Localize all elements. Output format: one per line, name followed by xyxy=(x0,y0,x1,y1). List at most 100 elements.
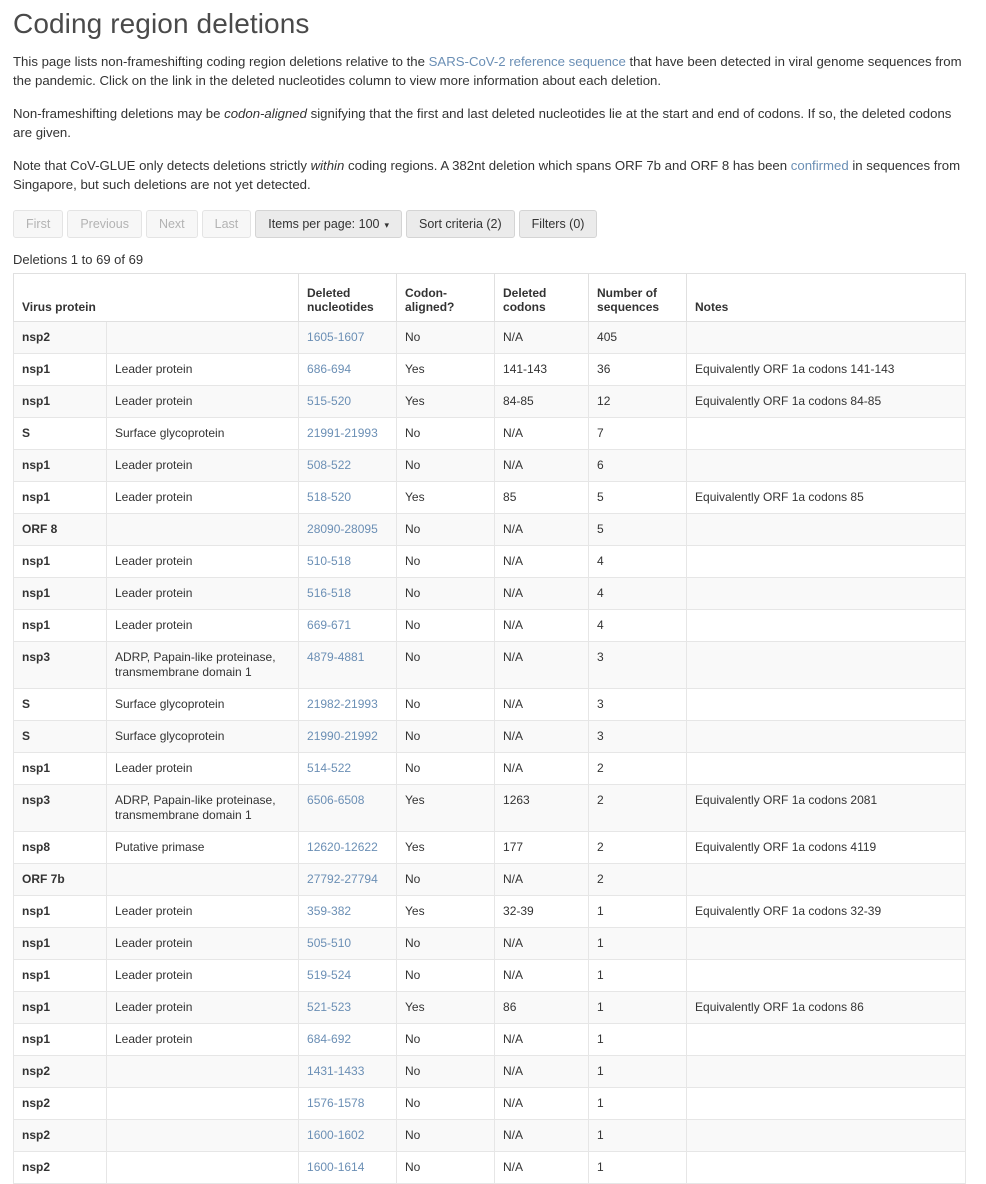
sort-criteria-button[interactable]: Sort criteria (2) xyxy=(406,210,515,239)
cell-number-of-sequences: 36 xyxy=(588,353,688,387)
cell-notes xyxy=(686,513,967,547)
cell-deleted-nucleotides: 514-522 xyxy=(298,752,398,786)
column-header-notes[interactable]: Notes xyxy=(686,273,967,323)
deleted-nucleotides-link[interactable]: 4879-4881 xyxy=(307,650,364,664)
table-row: nsp1 Leader protein 521-523 Yes 86 1 Equivalen… xyxy=(13,991,967,1025)
cell-number-of-sequences: 1 xyxy=(588,1119,688,1153)
cell-virus-protein: ORF 8 xyxy=(13,513,107,547)
deleted-nucleotides-link[interactable]: 684-692 xyxy=(307,1032,351,1046)
filters-button[interactable]: Filters (0) xyxy=(518,210,598,239)
cell-deleted-nucleotides: 508-522 xyxy=(298,449,398,483)
cell-virus-protein: ORF 7b xyxy=(13,863,107,897)
deleted-nucleotides-link[interactable]: 21982-21993 xyxy=(307,697,378,711)
items-per-page-dropdown[interactable]: Items per page: 100 ▾ xyxy=(255,210,403,239)
cell-codon-aligned: No xyxy=(396,863,496,897)
cell-codon-aligned: Yes xyxy=(396,353,496,387)
table-row: ORF 7b 27792-27794 No N/A 2 xyxy=(13,863,967,897)
cell-deleted-codons: N/A xyxy=(494,752,590,786)
cell-codon-aligned: No xyxy=(396,752,496,786)
cell-virus-protein: nsp1 xyxy=(13,752,107,786)
cell-notes: Equivalently ORF 1a codons 4119 xyxy=(686,831,967,865)
cell-codon-aligned: No xyxy=(396,1023,496,1057)
cell-codon-aligned: Yes xyxy=(396,895,496,929)
deleted-nucleotides-link[interactable]: 12620-12622 xyxy=(307,840,378,854)
cell-virus-protein: S xyxy=(13,720,107,754)
deleted-nucleotides-link[interactable]: 1431-1433 xyxy=(307,1064,364,1078)
deleted-nucleotides-link[interactable]: 669-671 xyxy=(307,618,351,632)
column-header-virus-protein[interactable]: Virus protein xyxy=(12,273,300,323)
deleted-nucleotides-link[interactable]: 1600-1614 xyxy=(307,1160,364,1174)
deleted-nucleotides-link[interactable]: 1576-1578 xyxy=(307,1096,364,1110)
cell-protein-description: Leader protein xyxy=(105,385,300,419)
cell-virus-protein: nsp3 xyxy=(13,784,107,833)
cell-deleted-codons: N/A xyxy=(494,1023,590,1057)
cell-deleted-nucleotides: 21990-21992 xyxy=(298,720,398,754)
deleted-nucleotides-link[interactable]: 27792-27794 xyxy=(307,872,378,886)
deleted-nucleotides-link[interactable]: 521-523 xyxy=(307,1000,351,1014)
cell-virus-protein: nsp1 xyxy=(13,609,107,643)
cell-notes xyxy=(686,1119,967,1153)
confirmed-link[interactable]: confirmed xyxy=(791,158,849,173)
cell-number-of-sequences: 3 xyxy=(588,720,688,754)
column-header-codon-aligned[interactable]: Codon-aligned? xyxy=(396,273,496,323)
cell-number-of-sequences: 405 xyxy=(588,321,688,355)
column-header-deleted-codons[interactable]: Deleted codons xyxy=(494,273,590,323)
cell-virus-protein: nsp1 xyxy=(13,545,107,579)
codon-aligned-emphasis: codon-aligned xyxy=(224,106,307,122)
cell-protein-description: Leader protein xyxy=(105,577,300,611)
cell-deleted-codons: 141-143 xyxy=(494,353,590,387)
table-row: ORF 8 28090-28095 No N/A 5 xyxy=(13,513,967,547)
deleted-nucleotides-link[interactable]: 505-510 xyxy=(307,936,351,950)
cell-codon-aligned: No xyxy=(396,449,496,483)
deleted-nucleotides-link[interactable]: 514-522 xyxy=(307,761,351,775)
cell-notes: Equivalently ORF 1a codons 32-39 xyxy=(686,895,967,929)
table-row: nsp1 Leader protein 510-518 No N/A 4 xyxy=(13,545,967,579)
deleted-nucleotides-link[interactable]: 686-694 xyxy=(307,362,351,376)
cell-codon-aligned: Yes xyxy=(396,385,496,419)
deleted-nucleotides-link[interactable]: 516-518 xyxy=(307,586,351,600)
cell-codon-aligned: Yes xyxy=(396,991,496,1025)
cell-deleted-codons: N/A xyxy=(494,321,590,355)
cell-number-of-sequences: 1 xyxy=(588,895,688,929)
deleted-nucleotides-link[interactable]: 1605-1607 xyxy=(307,330,364,344)
deleted-nucleotides-link[interactable]: 21990-21992 xyxy=(307,729,378,743)
table-row: nsp1 Leader protein 684-692 No N/A 1 xyxy=(13,1023,967,1057)
table-row: nsp2 1576-1578 No N/A 1 xyxy=(13,1087,967,1121)
cell-protein-description: Leader protein xyxy=(105,991,300,1025)
table-header-row: Virus protein Deleted nucleotides Codon-… xyxy=(12,273,967,323)
cell-notes xyxy=(686,545,967,579)
cell-virus-protein: S xyxy=(13,417,107,451)
last-page-button[interactable]: Last xyxy=(201,210,252,239)
deleted-nucleotides-link[interactable]: 1600-1602 xyxy=(307,1128,364,1142)
cell-number-of-sequences: 2 xyxy=(588,863,688,897)
cell-protein-description: Leader protein xyxy=(105,545,300,579)
cell-notes xyxy=(686,1087,967,1121)
cell-deleted-codons: N/A xyxy=(494,1055,590,1089)
cell-notes xyxy=(686,863,967,897)
next-page-button[interactable]: Next xyxy=(145,210,198,239)
cell-deleted-nucleotides: 521-523 xyxy=(298,991,398,1025)
cell-codon-aligned: No xyxy=(396,417,496,451)
deleted-nucleotides-link[interactable]: 515-520 xyxy=(307,394,351,408)
cell-virus-protein: nsp2 xyxy=(13,1055,107,1089)
column-header-deleted-nucleotides[interactable]: Deleted nucleotides xyxy=(298,273,398,323)
column-header-number-of-sequences[interactable]: Number of sequences xyxy=(588,273,688,323)
deleted-nucleotides-link[interactable]: 518-520 xyxy=(307,490,351,504)
cell-deleted-codons: 84-85 xyxy=(494,385,590,419)
cell-codon-aligned: No xyxy=(396,641,496,690)
deleted-nucleotides-link[interactable]: 359-382 xyxy=(307,904,351,918)
previous-page-button[interactable]: Previous xyxy=(67,210,142,239)
cell-virus-protein: nsp1 xyxy=(13,927,107,961)
first-page-button[interactable]: First xyxy=(13,210,64,239)
cell-deleted-nucleotides: 359-382 xyxy=(298,895,398,929)
cell-codon-aligned: No xyxy=(396,927,496,961)
deleted-nucleotides-link[interactable]: 6506-6508 xyxy=(307,793,364,807)
cell-codon-aligned: Yes xyxy=(396,481,496,515)
deleted-nucleotides-link[interactable]: 510-518 xyxy=(307,554,351,568)
sars-cov-2-reference-sequence-link[interactable]: SARS-CoV-2 reference sequence xyxy=(429,54,626,69)
deleted-nucleotides-link[interactable]: 28090-28095 xyxy=(307,522,378,536)
deleted-nucleotides-link[interactable]: 519-524 xyxy=(307,968,351,982)
cell-deleted-codons: N/A xyxy=(494,1119,590,1153)
deleted-nucleotides-link[interactable]: 21991-21993 xyxy=(307,426,378,440)
deleted-nucleotides-link[interactable]: 508-522 xyxy=(307,458,351,472)
